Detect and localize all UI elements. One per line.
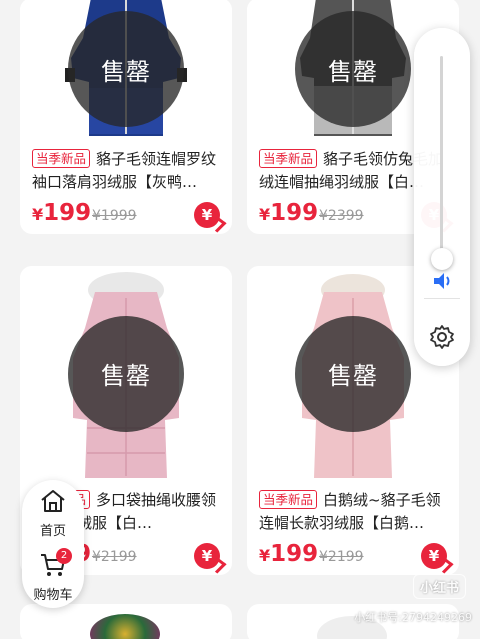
original-price: ¥1999 <box>92 208 137 224</box>
sold-out-overlay: 售罄 <box>68 315 184 432</box>
volume-slider[interactable] <box>440 56 443 262</box>
price-row: ¥199 ¥2199 ¥ <box>247 535 459 575</box>
product-title[interactable]: 当季新品 貉子毛领连帽罗纹袖口落肩羽绒服【灰鸭… <box>20 140 232 194</box>
product-title[interactable]: 当季新品 白鹅绒~貉子毛领连帽长款羽绒服【白鹅… <box>247 481 459 535</box>
add-to-cart-icon[interactable]: ¥ <box>421 543 447 569</box>
home-button[interactable]: 首页 <box>22 488 84 539</box>
watermark-logo: 小红书 <box>412 574 466 599</box>
new-season-tag: 当季新品 <box>259 149 318 168</box>
price: ¥199 <box>259 541 319 567</box>
settings-gear-icon[interactable] <box>429 324 455 350</box>
sold-out-overlay: 售罄 <box>295 315 411 432</box>
watermark-id: 小红书号:2794249269 <box>354 611 472 624</box>
floating-nav: 首页 2 购物车 <box>22 480 84 608</box>
product-image[interactable]: 售罄 <box>20 266 232 481</box>
volume-panel <box>414 28 470 366</box>
product-card[interactable] <box>20 604 232 639</box>
new-season-tag: 当季新品 <box>259 490 318 509</box>
original-price: ¥2199 <box>319 549 364 565</box>
original-price: ¥2399 <box>319 208 364 224</box>
add-to-cart-icon[interactable]: ¥ <box>194 202 220 228</box>
speaker-icon[interactable] <box>431 270 453 292</box>
price: ¥199 <box>32 200 92 226</box>
sold-out-overlay: 售罄 <box>68 11 184 127</box>
add-to-cart-icon[interactable]: ¥ <box>194 543 220 569</box>
sold-out-overlay: 售罄 <box>295 11 411 127</box>
original-price: ¥2199 <box>92 549 137 565</box>
price-row: ¥199 ¥1999 ¥ <box>20 194 232 234</box>
product-image <box>90 614 160 639</box>
cart-label: 购物车 <box>33 588 73 603</box>
cart-count-badge: 2 <box>56 548 72 564</box>
cart-button[interactable]: 2 购物车 <box>22 548 84 603</box>
home-label: 首页 <box>39 524 66 539</box>
product-image[interactable]: 售罄 <box>20 0 232 140</box>
volume-slider-handle[interactable] <box>431 248 453 270</box>
home-icon <box>41 490 65 512</box>
price: ¥199 <box>259 200 319 226</box>
new-season-tag: 当季新品 <box>32 149 91 168</box>
product-card[interactable]: 售罄 当季新品 貉子毛领连帽罗纹袖口落肩羽绒服【灰鸭… ¥199 ¥1999 ¥ <box>20 0 232 234</box>
divider <box>424 298 460 299</box>
